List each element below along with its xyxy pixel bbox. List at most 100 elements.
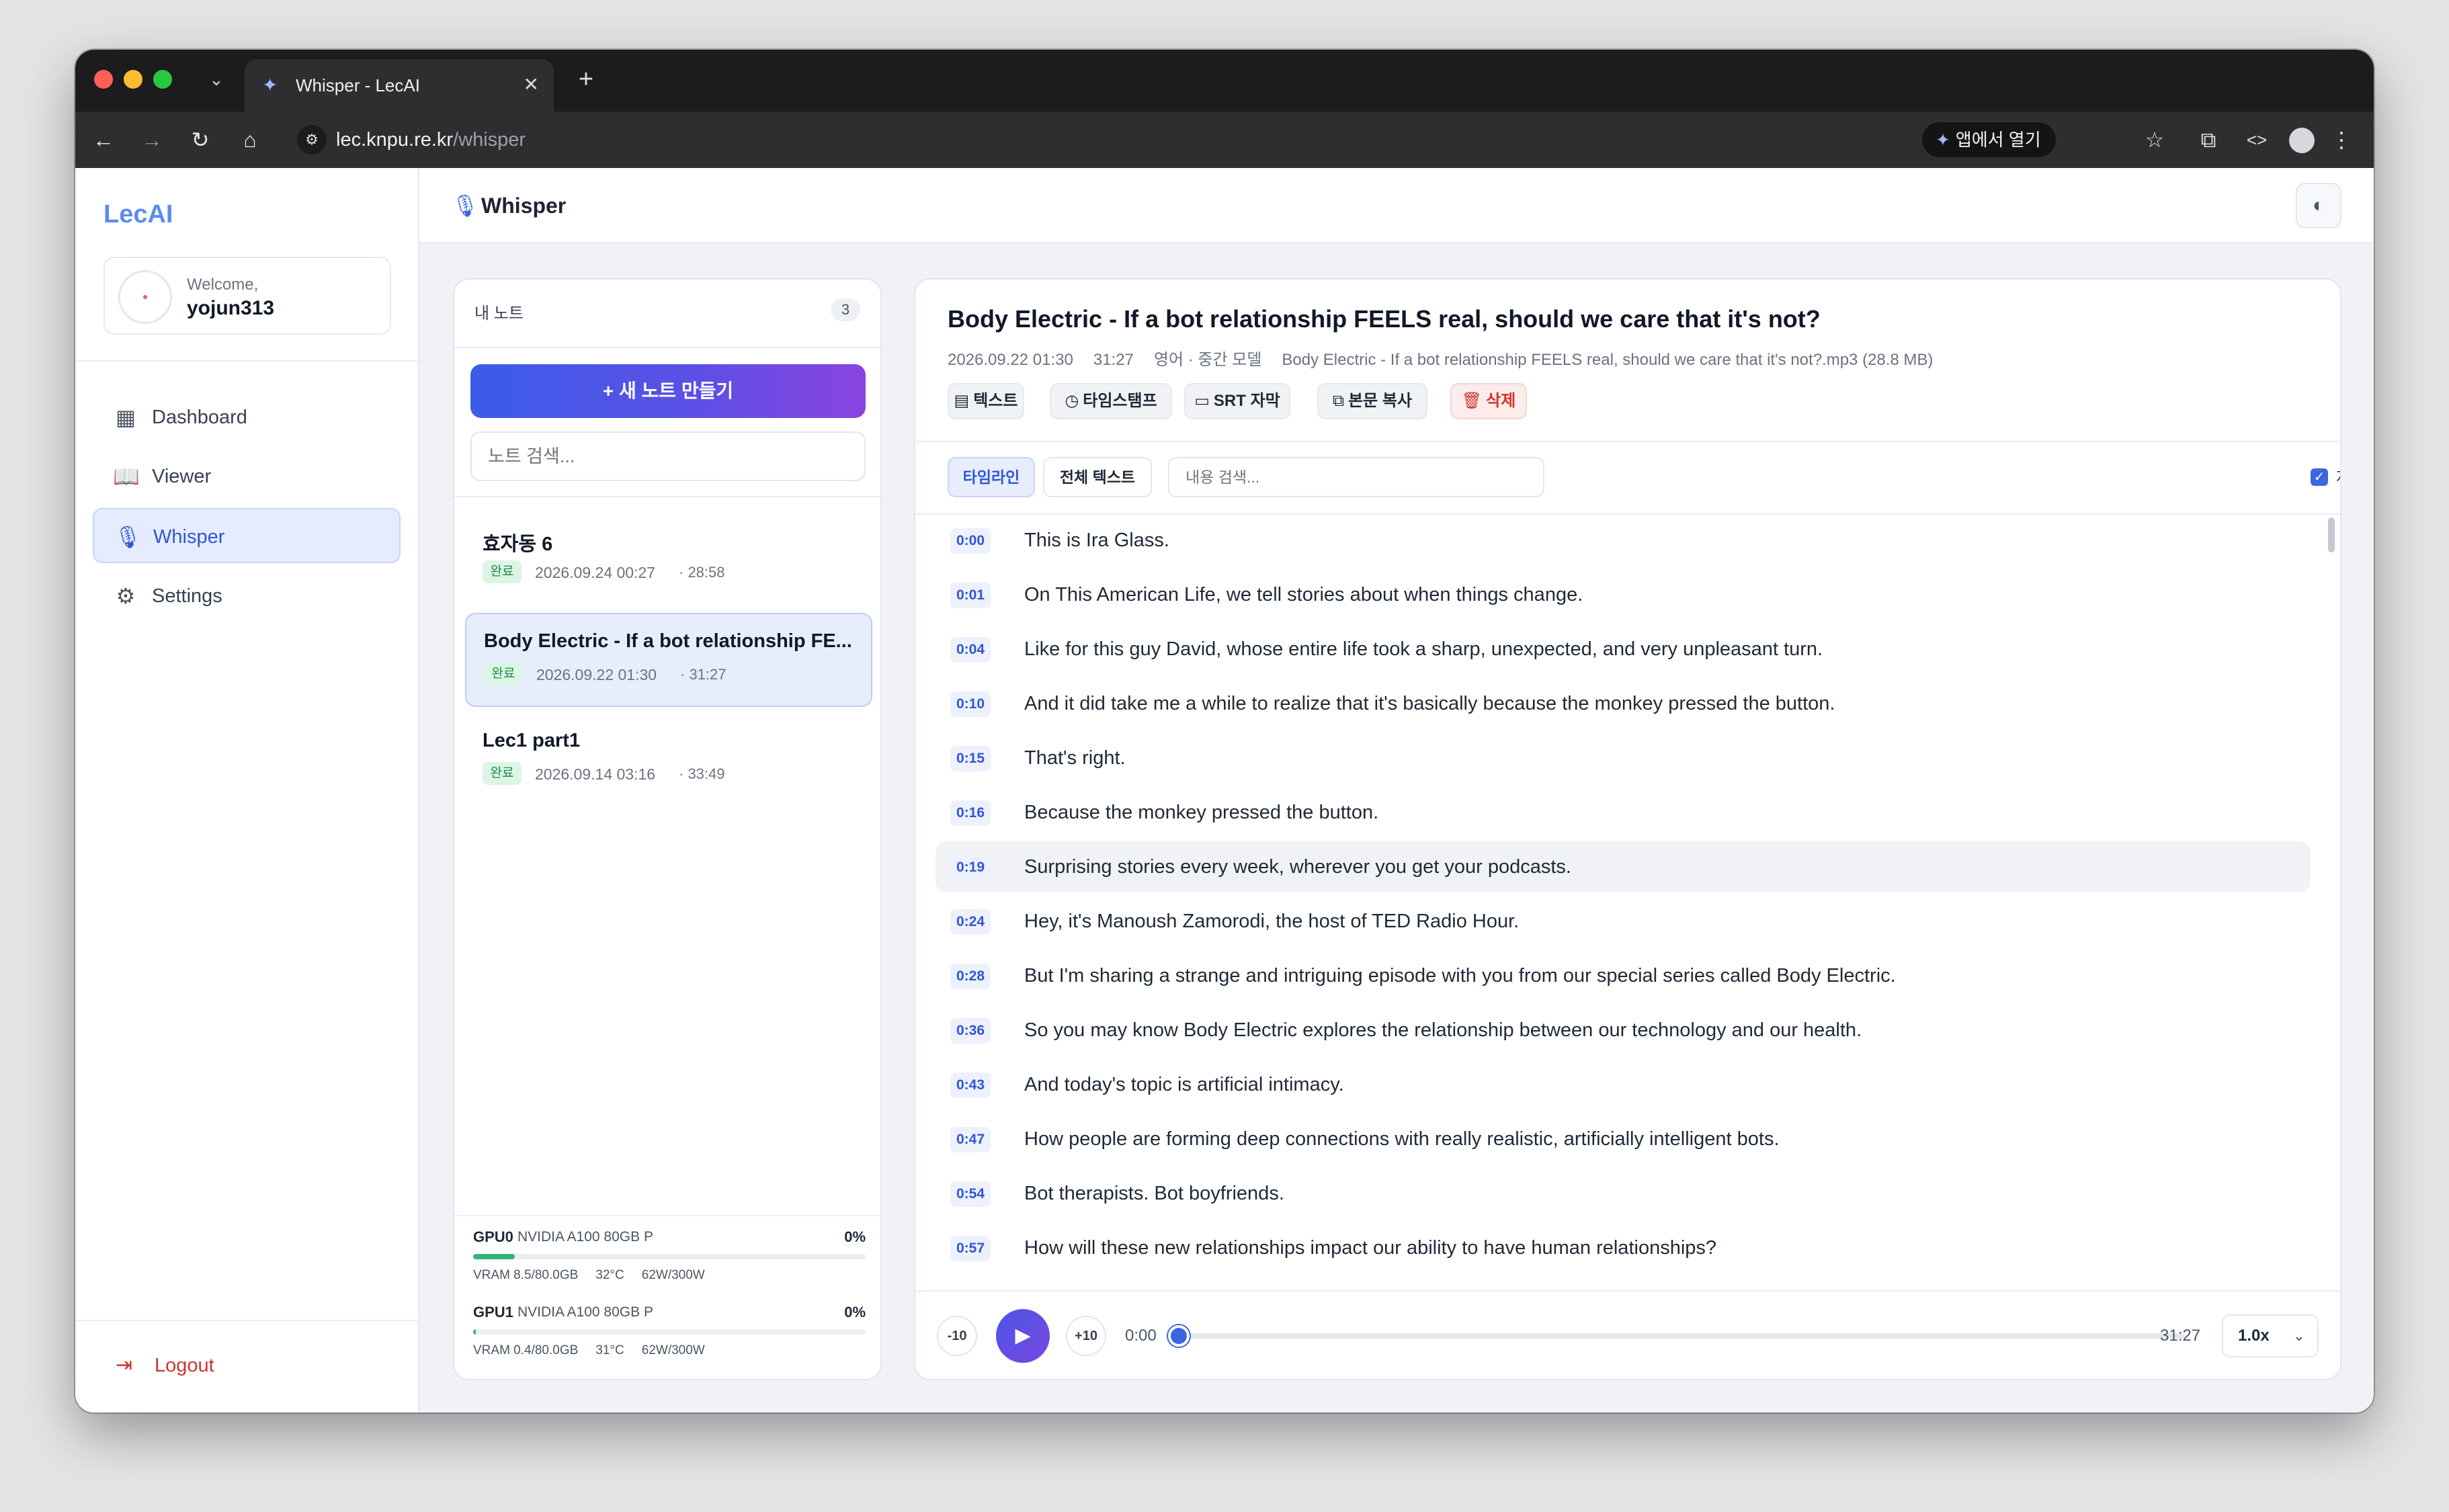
transcript-line-text: Hey, it's Manoush Zamorodi, the host of … <box>1024 911 1520 932</box>
timestamp-chip[interactable]: 0:57 <box>950 1236 991 1261</box>
transcript-line[interactable]: 0:01 On This American Life, we tell stori… <box>936 569 2311 620</box>
site-settings-icon[interactable]: ⚙ <box>297 125 327 155</box>
timestamp-chip[interactable]: 0:24 <box>950 909 991 935</box>
transcript-line[interactable]: 0:16 Because the monkey pressed the butto… <box>936 787 2311 838</box>
sidebar-item-whisper[interactable]: 🎙 Whisper <box>93 508 401 563</box>
sidebar-item-dashboard[interactable]: ▦ Dashboard <box>93 390 401 445</box>
theme-palette-button[interactable]: ◐ <box>2296 183 2341 228</box>
welcome-card: Welcome, yojun313 <box>103 257 391 335</box>
playback-speed-select[interactable]: 1.0x ⌄ <box>2222 1314 2319 1357</box>
timestamp-chip[interactable]: 0:54 <box>950 1181 991 1207</box>
total-time: 31:27 <box>2160 1327 2201 1345</box>
sidebar-item-settings[interactable]: ⚙ Settings <box>93 569 401 624</box>
back-arrow-icon[interactable]: ← <box>89 125 118 155</box>
timestamp-chip[interactable]: 0:01 <box>950 583 991 608</box>
star-icon[interactable]: ☆ <box>2140 125 2169 155</box>
reload-icon[interactable]: ↻ <box>185 125 215 155</box>
transcript-lines: 0:00 This is Ira Glass. 0:01 On This Americ… <box>915 515 2340 1288</box>
timestamp-chip[interactable]: 0:00 <box>950 528 991 554</box>
transcript-line-text: That's right. <box>1024 747 1126 769</box>
new-note-button[interactable]: + 새 노트 만들기 <box>470 364 866 418</box>
transcript-line[interactable]: 0:04 Like for this guy David, whose entir… <box>936 624 2311 675</box>
notes-heading: 내 노트 <box>474 304 524 323</box>
transcript-line[interactable]: 0:47 How people are forming deep connecti… <box>936 1114 2311 1165</box>
url-path: /whisper <box>453 129 526 151</box>
forward-arrow-icon[interactable]: → <box>137 125 167 155</box>
status-badge: 완료 <box>483 762 522 785</box>
gpu-temp: 31°C <box>595 1343 624 1357</box>
avatar <box>118 270 172 324</box>
tab-timeline[interactable]: 타임라인 <box>948 457 1035 497</box>
transcript-line[interactable]: 0:43 And today's topic is artificial inti… <box>936 1059 2311 1110</box>
note-duration: · 31:27 <box>680 666 727 683</box>
timestamp-chip[interactable]: 0:47 <box>950 1127 991 1152</box>
browser-tab[interactable]: ✦ Whisper - LecAI ✕ <box>245 59 554 112</box>
timestamp-chip[interactable]: 0:19 <box>950 855 991 880</box>
chevron-down-icon[interactable]: ⌄ <box>203 65 230 94</box>
download-timestamp-button[interactable]: ◷ 타임스탬프 <box>1050 383 1172 419</box>
scrollbar-thumb[interactable] <box>2328 517 2335 552</box>
gpu-utilization: 0% <box>844 1228 866 1245</box>
transcript-line[interactable]: 0:15 That's right. <box>936 732 2311 784</box>
download-text-button[interactable]: ▤ 텍스트 <box>948 383 1024 419</box>
profile-avatar[interactable] <box>2289 128 2315 153</box>
download-srt-button[interactable]: ▭ SRT 자막 <box>1184 383 1290 419</box>
timestamp-chip[interactable]: 0:04 <box>950 637 991 663</box>
tab-full-text[interactable]: 전체 텍스트 <box>1043 457 1152 497</box>
home-icon[interactable]: ⌂ <box>235 125 265 155</box>
timestamp-chip[interactable]: 0:10 <box>950 691 991 717</box>
transcript-meta: 2026.09.22 01:30 31:27 영어 · 중간 모델 Body Elec… <box>948 349 1953 371</box>
skip-forward-button[interactable]: +10 <box>1066 1316 1106 1356</box>
maximize-window-button[interactable] <box>153 70 172 89</box>
note-list-item[interactable]: 효자동 6 완료 2026.09.24 00:27 · 28:58 <box>465 512 872 606</box>
close-window-button[interactable] <box>94 70 113 89</box>
note-search-input[interactable] <box>470 431 866 481</box>
transcript-line[interactable]: 0:00 This is Ira Glass. <box>936 515 2311 566</box>
copy-text-button[interactable]: ⧉ 본문 복사 <box>1317 383 1427 419</box>
button-label: 텍스트 <box>973 392 1018 410</box>
gpu-stats: VRAM 0.4/80.0GB 31°C 62W/300W <box>473 1341 722 1360</box>
more-vertical-icon[interactable]: ⋮ <box>2327 125 2356 155</box>
content-search-input[interactable] <box>1168 457 1544 497</box>
timestamp-chip[interactable]: 0:36 <box>950 1018 991 1044</box>
timestamp-chip[interactable]: 0:43 <box>950 1073 991 1098</box>
transcript-line[interactable]: 0:10 And it did take me a while to realiz… <box>936 678 2311 729</box>
transcript-line[interactable]: 0:54 Bot therapists. Bot boyfriends. <box>936 1168 2311 1219</box>
minimize-window-button[interactable] <box>124 70 142 89</box>
transcript-line[interactable]: 0:24 Hey, it's Manoush Zamorodi, the host… <box>936 896 2311 947</box>
skip-back-button[interactable]: -10 <box>937 1316 977 1356</box>
divider <box>454 347 880 348</box>
transcript-line[interactable]: 0:19 Surprising stories every week, where… <box>936 841 2311 892</box>
document-icon: ▤ <box>954 392 970 410</box>
tab-title: Whisper - LecAI <box>296 75 420 95</box>
open-in-app-button[interactable]: ✦ 앱에서 열기 <box>1922 122 2056 157</box>
note-list-item[interactable]: Lec1 part1 완료 2026.09.14 03:16 · 33:49 <box>465 714 872 808</box>
close-tab-icon[interactable]: ✕ <box>524 73 539 97</box>
checkbox-checked-icon[interactable]: ✓ <box>2311 468 2328 486</box>
username: yojun313 <box>187 297 275 319</box>
note-list-item-selected[interactable]: Body Electric - If a bot relationship FE… <box>465 613 872 707</box>
play-button[interactable]: ▶ <box>996 1309 1050 1363</box>
code-icon[interactable]: <> <box>2242 125 2272 155</box>
progress-knob[interactable] <box>1168 1325 1190 1347</box>
timestamp-chip[interactable]: 0:15 <box>950 746 991 771</box>
note-date: 2026.09.14 03:16 <box>535 765 656 783</box>
address-bar[interactable]: lec.knpu.re.kr/whisper <box>336 126 526 153</box>
page-header: 🎙 Whisper ◐ <box>419 168 2374 243</box>
new-tab-button[interactable]: + <box>571 65 601 94</box>
delete-button[interactable]: 🗑 삭제 <box>1450 383 1527 419</box>
transcript-line[interactable]: 0:57 How will these new relationships imp… <box>936 1222 2311 1273</box>
play-icon: ▶ <box>1015 1325 1031 1347</box>
timestamp-chip[interactable]: 0:16 <box>950 800 991 826</box>
transcript-line-text: On This American Life, we tell stories a… <box>1024 584 1583 605</box>
extensions-icon[interactable]: ⧉ <box>2194 125 2223 155</box>
gpu-name: GPU1 <box>473 1304 513 1320</box>
transcript-line[interactable]: 0:28 But I'm sharing a strange and intrig… <box>936 950 2311 1001</box>
timestamp-chip[interactable]: 0:28 <box>950 964 991 989</box>
transcript-line[interactable]: 0:36 So you may know Body Electric explor… <box>936 1005 2311 1056</box>
gpu-stats: VRAM 8.5/80.0GB 32°C 62W/300W <box>473 1266 722 1285</box>
note-date: 2026.09.24 00:27 <box>535 564 656 581</box>
playback-progress-slider[interactable] <box>1168 1325 2184 1347</box>
sidebar-item-viewer[interactable]: 📖 Viewer <box>93 449 401 504</box>
transcript-line-text: How will these new relationships impact … <box>1024 1237 1717 1259</box>
